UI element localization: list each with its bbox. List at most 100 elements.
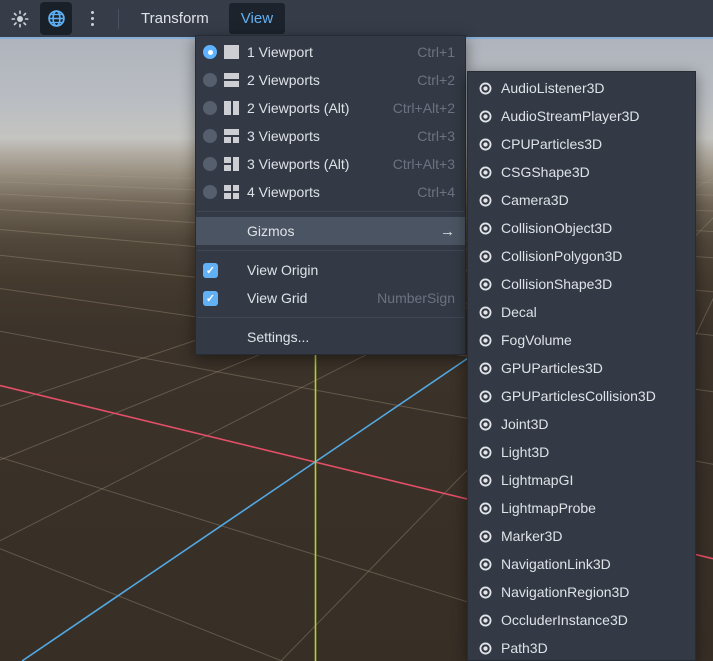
gizmo-visibility-icon xyxy=(479,502,492,514)
submenu-item-joint3d[interactable]: Joint3D xyxy=(468,410,695,438)
gizmo-visibility-icon xyxy=(479,110,492,122)
submenu-item-fogvolume[interactable]: FogVolume xyxy=(468,326,695,354)
gizmo-visibility-icon xyxy=(479,138,492,150)
menu-item-label: 3 Viewports xyxy=(247,128,320,144)
gizmo-visibility-icon xyxy=(479,558,492,570)
menu-item-gizmos[interactable]: Gizmos → xyxy=(196,217,465,245)
shortcut-label: Ctrl+1 xyxy=(417,44,455,60)
submenu-item-camera3d[interactable]: Camera3D xyxy=(468,186,695,214)
radio-unselected[interactable] xyxy=(203,129,217,143)
shortcut-label: Ctrl+Alt+3 xyxy=(392,156,455,172)
submenu-item-light3d[interactable]: Light3D xyxy=(468,438,695,466)
viewport-options-group: 1 Viewport Ctrl+1 2 Viewports Ctrl+2 2 Viewp… xyxy=(196,38,465,206)
kebab-menu-icon xyxy=(90,11,94,26)
gizmo-visibility-icon xyxy=(479,362,492,374)
gizmo-visibility-icon xyxy=(479,446,492,458)
submenu-item-gpuparticlescollision3d[interactable]: GPUParticlesCollision3D xyxy=(468,382,695,410)
submenu-item-lightmapgi[interactable]: LightmapGI xyxy=(468,466,695,494)
submenu-item-decal[interactable]: Decal xyxy=(468,298,695,326)
submenu-item-label: LightmapGI xyxy=(501,472,574,488)
menu-view[interactable]: View xyxy=(228,3,286,34)
menu-item-label: 2 Viewports xyxy=(247,72,320,88)
view-menu-popup: 1 Viewport Ctrl+1 2 Viewports Ctrl+2 2 Viewp… xyxy=(195,35,466,355)
sun-icon xyxy=(11,9,29,28)
viewport-toolbar: Transform View xyxy=(0,0,713,37)
radio-unselected[interactable] xyxy=(203,157,217,171)
menu-item-label: View Origin xyxy=(247,262,319,278)
menu-item-view-grid[interactable]: ✓ View Grid NumberSign xyxy=(196,284,465,312)
submenu-item-label: AudioListener3D xyxy=(501,80,605,96)
submenu-item-label: NavigationRegion3D xyxy=(501,584,630,600)
submenu-item-label: Decal xyxy=(501,304,537,320)
menu-item-label: 4 Viewports xyxy=(247,184,320,200)
gizmo-visibility-icon xyxy=(479,82,492,94)
submenu-item-audiolistener3d[interactable]: AudioListener3D xyxy=(468,74,695,102)
menu-item-label: View Grid xyxy=(247,290,308,306)
globe-icon xyxy=(47,10,65,27)
kebab-menu-button[interactable] xyxy=(78,5,106,33)
gizmo-visibility-icon xyxy=(479,334,492,346)
menu-item-viewport-6[interactable]: 4 Viewports Ctrl+4 xyxy=(196,178,465,206)
editor-window: Transform View 1 Viewport Ctrl+1 2 Viewpor… xyxy=(0,0,713,661)
radio-unselected[interactable] xyxy=(203,73,217,87)
menu-separator xyxy=(197,250,464,251)
submenu-item-label: AudioStreamPlayer3D xyxy=(501,108,640,124)
viewport-layout-icon xyxy=(224,73,239,87)
submenu-item-navigationlink3d[interactable]: NavigationLink3D xyxy=(468,550,695,578)
submenu-item-audiostreamplayer3d[interactable]: AudioStreamPlayer3D xyxy=(468,102,695,130)
submenu-item-navigationregion3d[interactable]: NavigationRegion3D xyxy=(468,578,695,606)
submenu-item-label: GPUParticlesCollision3D xyxy=(501,388,656,404)
viewport-layout-icon xyxy=(224,45,239,59)
submenu-item-cpuparticles3d[interactable]: CPUParticles3D xyxy=(468,130,695,158)
gizmo-visibility-icon xyxy=(479,418,492,430)
submenu-item-collisionobject3d[interactable]: CollisionObject3D xyxy=(468,214,695,242)
submenu-item-collisionpolygon3d[interactable]: CollisionPolygon3D xyxy=(468,242,695,270)
menu-item-settings[interactable]: Settings... xyxy=(196,323,465,351)
gizmo-visibility-icon xyxy=(479,222,492,234)
submenu-item-label: FogVolume xyxy=(501,332,572,348)
menu-transform[interactable]: Transform xyxy=(129,3,221,34)
shortcut-label: Ctrl+4 xyxy=(417,184,455,200)
gizmo-visibility-icon xyxy=(479,530,492,542)
radio-unselected[interactable] xyxy=(203,101,217,115)
radio-selected[interactable] xyxy=(203,45,217,59)
submenu-item-gpuparticles3d[interactable]: GPUParticles3D xyxy=(468,354,695,382)
submenu-item-label: Light3D xyxy=(501,444,550,460)
viewport-layout-icon xyxy=(224,129,239,143)
submenu-item-path3d[interactable]: Path3D xyxy=(468,634,695,661)
submenu-arrow-icon: → xyxy=(440,222,455,240)
shortcut-label: NumberSign xyxy=(377,290,455,306)
sun-icon[interactable] xyxy=(6,5,34,33)
submenu-item-marker3d[interactable]: Marker3D xyxy=(468,522,695,550)
submenu-item-occluderinstance3d[interactable]: OccluderInstance3D xyxy=(468,606,695,634)
submenu-item-label: CollisionPolygon3D xyxy=(501,248,623,264)
submenu-item-lightmapprobe[interactable]: LightmapProbe xyxy=(468,494,695,522)
submenu-item-csgshape3d[interactable]: CSGShape3D xyxy=(468,158,695,186)
submenu-item-label: GPUParticles3D xyxy=(501,360,603,376)
menu-item-viewport-2[interactable]: 2 Viewports Ctrl+2 xyxy=(196,66,465,94)
menu-item-view-origin[interactable]: ✓ View Origin xyxy=(196,256,465,284)
menu-item-label: 1 Viewport xyxy=(247,44,313,60)
gizmo-visibility-icon xyxy=(479,306,492,318)
gizmo-visibility-icon xyxy=(479,474,492,486)
submenu-item-label: CPUParticles3D xyxy=(501,136,603,152)
viewport-layout-icon xyxy=(224,101,239,115)
menu-item-label: 3 Viewports (Alt) xyxy=(247,156,350,172)
radio-unselected[interactable] xyxy=(203,185,217,199)
menu-item-viewport-5[interactable]: 3 Viewports (Alt) Ctrl+Alt+3 xyxy=(196,150,465,178)
gizmo-visibility-icon xyxy=(479,642,492,654)
menu-item-viewport-4[interactable]: 3 Viewports Ctrl+3 xyxy=(196,122,465,150)
checkbox-checked[interactable]: ✓ xyxy=(203,262,218,278)
menu-item-viewport-3[interactable]: 2 Viewports (Alt) Ctrl+Alt+2 xyxy=(196,94,465,122)
menu-separator xyxy=(197,211,464,212)
view-toggles-group: ✓ View Origin ✓ View Grid NumberSign xyxy=(196,256,465,312)
gizmo-visibility-icon xyxy=(479,166,492,178)
gizmo-visibility-icon xyxy=(479,586,492,598)
submenu-item-label: CollisionShape3D xyxy=(501,276,613,292)
checkbox-checked[interactable]: ✓ xyxy=(203,290,218,306)
menu-item-viewport-1[interactable]: 1 Viewport Ctrl+1 xyxy=(196,38,465,66)
submenu-item-collisionshape3d[interactable]: CollisionShape3D xyxy=(468,270,695,298)
gizmos-label: Gizmos xyxy=(247,223,295,239)
toolbar-separator xyxy=(118,8,119,29)
globe-button[interactable] xyxy=(40,2,72,35)
